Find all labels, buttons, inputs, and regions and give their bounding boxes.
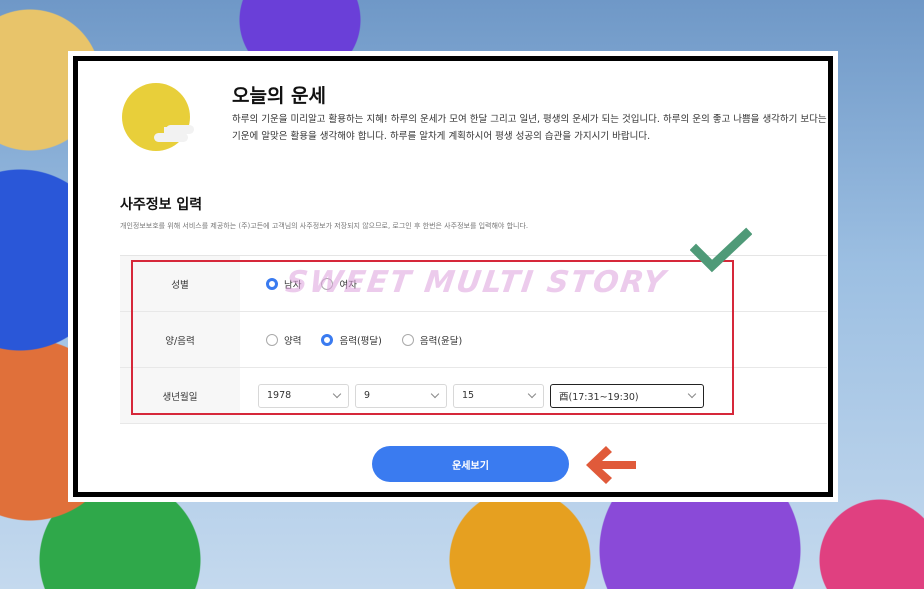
radio-selected-icon[interactable] [266, 277, 278, 290]
radio-lunar-normal[interactable]: 음력(평달) [321, 333, 382, 347]
year-select[interactable]: 1978 [258, 383, 349, 408]
hour-select[interactable]: 酉(17:31~19:30) [550, 383, 704, 408]
birthdate-label: 생년월일 [120, 368, 240, 423]
radio-unselected-icon[interactable] [266, 333, 278, 346]
fortune-submit-button[interactable]: 운세보기 [372, 446, 569, 482]
chevron-down-icon [430, 389, 440, 399]
day-select[interactable]: 15 [453, 383, 544, 408]
month-select[interactable]: 9 [355, 383, 447, 408]
fortune-panel: 오늘의 운세 하루의 기운을 미리알고 활용하는 지혜! 하루의 운세가 모여 … [73, 56, 833, 497]
left-arrow-icon [586, 446, 636, 484]
page-title: 오늘의 운세 [232, 85, 327, 107]
birthdate-row: 생년월일 1978 9 15 酉(17:31~19:30) [120, 368, 827, 424]
moon-cloud-icon [122, 83, 194, 151]
chevron-down-icon [527, 389, 537, 399]
calendar-label: 양/음력 [120, 312, 240, 367]
gender-label: 성별 [120, 256, 240, 311]
privacy-note: 개인정보보호를 위해 서비스를 제공하는 (주)고든에 고객님의 사주정보가 저… [120, 222, 529, 230]
watermark: SWEET MULTI STORY [283, 265, 670, 300]
page-description: 하루의 기운을 미리알고 활용하는 지혜! 하루의 운세가 모여 한달 그리고 … [232, 114, 827, 142]
radio-selected-icon[interactable] [321, 333, 334, 346]
checkmark-icon [690, 227, 752, 273]
section-title: 사주정보 입력 [120, 197, 203, 213]
calendar-row: 양/음력 양력 음력(평달) 음력(윤달) [120, 312, 827, 368]
radio-lunar-leap[interactable]: 음력(윤달) [401, 333, 462, 347]
radio-solar[interactable]: 양력 [266, 333, 301, 347]
chevron-down-icon [332, 389, 342, 399]
screenshot-frame: 오늘의 운세 하루의 기운을 미리알고 활용하는 지혜! 하루의 운세가 모여 … [68, 51, 838, 502]
chevron-down-icon [687, 389, 697, 399]
radio-unselected-icon[interactable] [401, 333, 414, 346]
